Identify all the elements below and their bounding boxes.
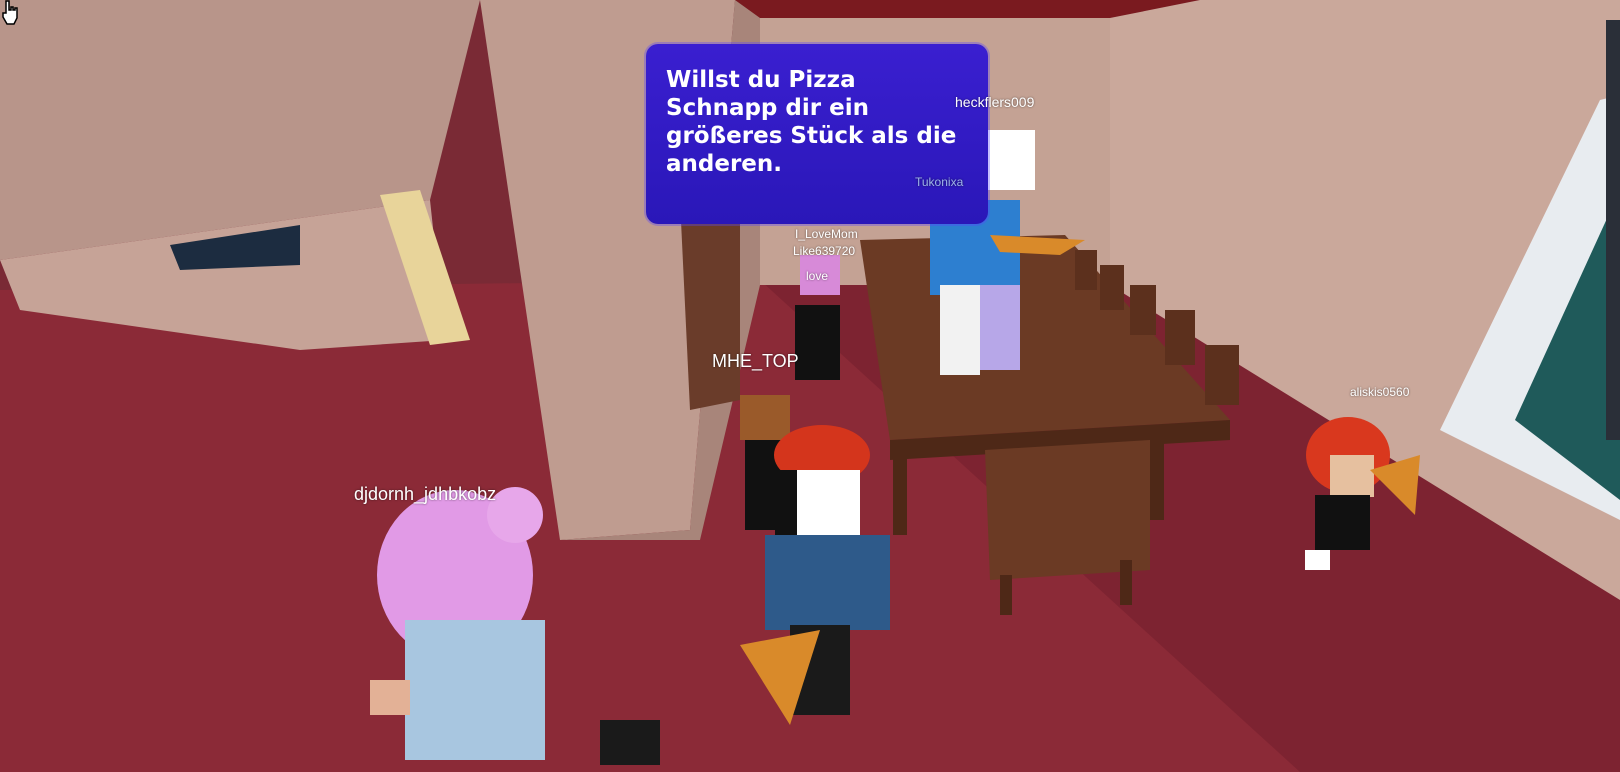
chair (1165, 310, 1195, 365)
door (680, 195, 740, 410)
chair-leg (1120, 560, 1132, 605)
nametag-mhetop: MHE_TOP (712, 351, 799, 371)
side-panel-edge (1606, 20, 1620, 440)
chair (1205, 345, 1239, 405)
nametag-like: Like639720 (793, 244, 856, 258)
avatar-head (985, 130, 1035, 190)
avatar-body (1315, 495, 1370, 550)
avatar-torso (765, 535, 890, 630)
nametag-ilovemom: I_LoveMom (795, 227, 858, 241)
nametag-aliskis: aliskis0560 (1350, 385, 1410, 399)
chair (1130, 285, 1156, 335)
chair-leg (1000, 575, 1012, 615)
avatar-shoe (1305, 550, 1330, 570)
chair (1100, 265, 1124, 310)
nametag-tukonixa: Tukonixa (915, 175, 964, 189)
avatar-leg (940, 285, 980, 375)
chair (1075, 250, 1097, 290)
avatar-leg (980, 285, 1020, 370)
avatar-body (795, 305, 840, 380)
avatar-shoe (600, 720, 660, 765)
avatar-face (1330, 455, 1374, 497)
table-leg (1150, 430, 1164, 520)
avatar-hand (370, 680, 410, 715)
pizza-prompt-text: Willst du Pizza Schnapp dir ein größeres… (666, 67, 957, 177)
table-leg (893, 455, 907, 535)
hand-pointer-icon (2, 0, 18, 25)
nametag-love: love (806, 269, 829, 283)
pizza-prompt-dialog: Willst du Pizza Schnapp dir ein größeres… (646, 44, 988, 224)
avatar-hair (740, 395, 790, 440)
game-viewport[interactable]: Willst du Pizza Schnapp dir ein größeres… (0, 0, 1620, 772)
nametag-heckflers: heckflers009 (955, 94, 1035, 110)
avatar-torso (405, 620, 545, 760)
nametag-djdornh: djdornh_jdhbkobz (354, 484, 497, 504)
chair-front (985, 440, 1150, 580)
